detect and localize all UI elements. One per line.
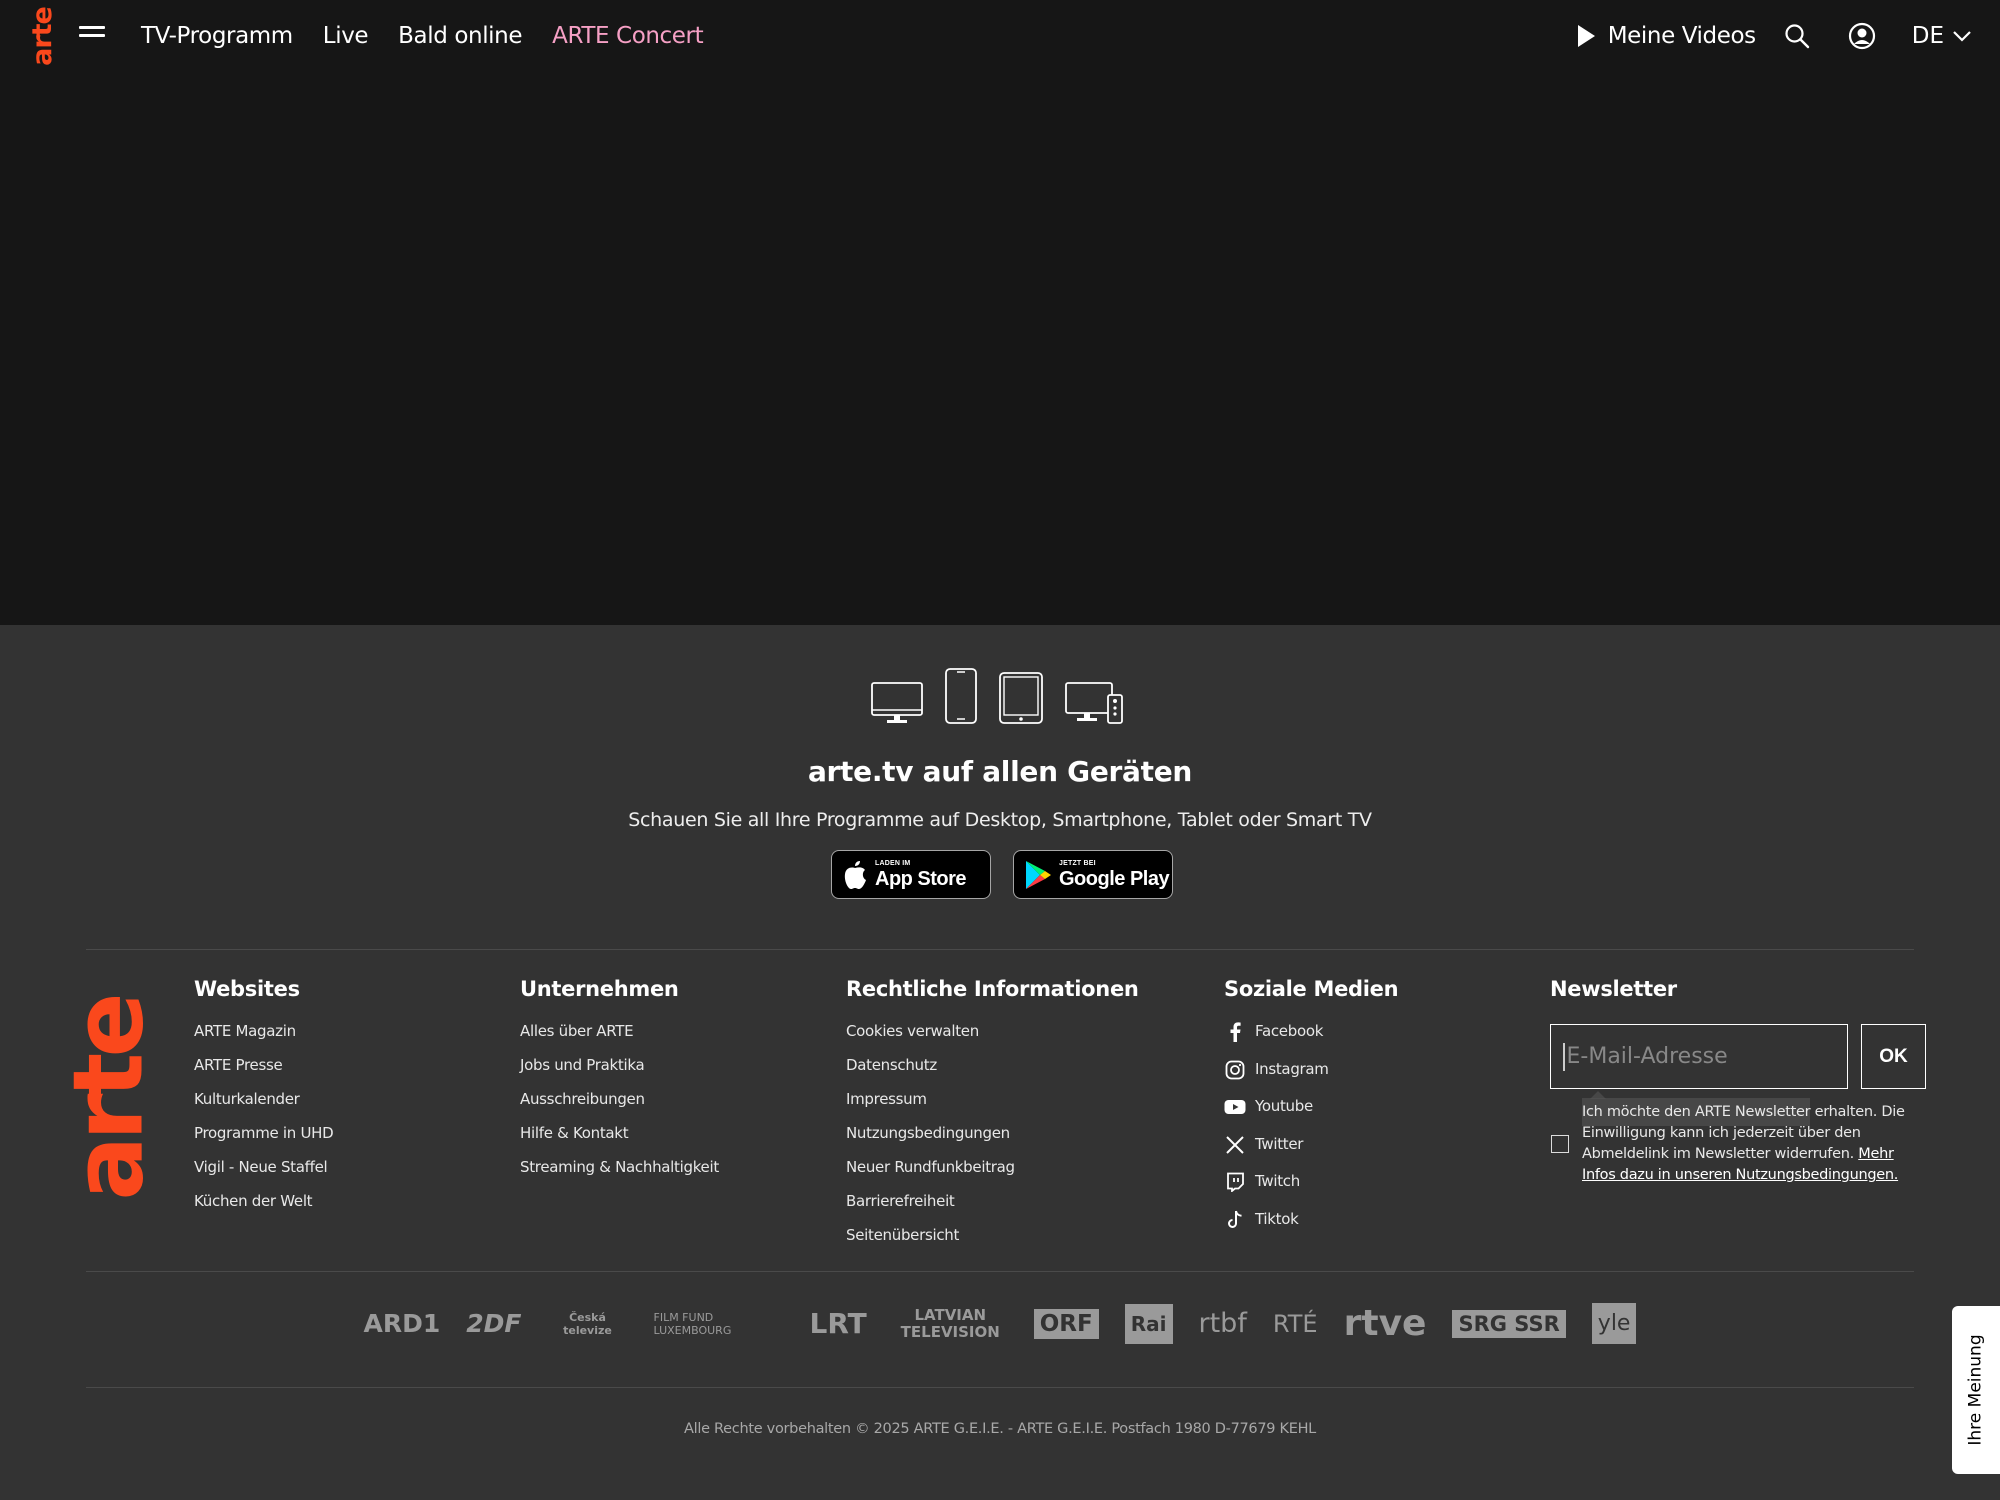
link-nutzungsbedingungen[interactable]: Nutzungsbedingungen — [846, 1123, 1139, 1157]
email-field[interactable]: E-Mail-Adresse — [1550, 1024, 1848, 1089]
partner-ard-logo[interactable]: ARD1 — [364, 1309, 441, 1338]
link-vigil[interactable]: Vigil - Neue Staffel — [194, 1157, 333, 1191]
partner-logos: ARD1 2DF Česká televize FILM FUND LUXEMB… — [0, 1303, 2000, 1344]
partner-rtve-logo[interactable]: rtve — [1344, 1303, 1427, 1344]
header-actions: Meine Videos DE — [1576, 0, 2000, 72]
promo-title: arte.tv auf allen Geräten — [807, 755, 1193, 788]
language-selector[interactable]: DE — [1912, 23, 1972, 49]
link-ausschreibungen[interactable]: Ausschreibungen — [520, 1089, 719, 1123]
link-datenschutz[interactable]: Datenschutz — [846, 1055, 1139, 1089]
link-twitch[interactable]: Twitch — [1224, 1171, 1398, 1209]
link-kuechen-der-welt[interactable]: Küchen der Welt — [194, 1191, 333, 1225]
device-icons — [870, 667, 1144, 730]
partner-lrt-logo[interactable]: LRT — [810, 1307, 867, 1340]
column-title: Rechtliche Informationen — [846, 977, 1139, 1001]
x-twitter-icon — [1224, 1134, 1246, 1156]
main-nav: TV-Programm Live Bald online ARTE Concer… — [141, 0, 733, 72]
link-twitter[interactable]: Twitter — [1224, 1134, 1398, 1172]
apple-icon — [844, 860, 866, 889]
tiktok-icon — [1224, 1209, 1246, 1231]
link-facebook[interactable]: Facebook — [1224, 1021, 1398, 1059]
link-arte-presse[interactable]: ARTE Presse — [194, 1055, 333, 1089]
column-title: Websites — [194, 977, 300, 1001]
promo-subtitle: Schauen Sie all Ihre Programme auf Deskt… — [628, 809, 1372, 831]
link-alles-ueber-arte[interactable]: Alles über ARTE — [520, 1021, 719, 1055]
partner-film-fund-luxembourg-logo[interactable]: FILM FUND LUXEMBOURG — [654, 1311, 784, 1337]
feedback-tab[interactable]: Ihre Meinung — [1952, 1306, 2000, 1474]
link-jobs[interactable]: Jobs und Praktika — [520, 1055, 719, 1089]
column-title: Newsletter — [1550, 977, 1677, 1001]
partner-yle-logo[interactable]: yle — [1591, 1303, 1637, 1344]
play-icon — [1577, 25, 1595, 47]
link-hilfe-kontakt[interactable]: Hilfe & Kontakt — [520, 1123, 719, 1157]
divider — [86, 1387, 1914, 1388]
google-play-icon — [1026, 860, 1051, 889]
search-icon[interactable] — [1782, 21, 1812, 51]
link-tiktok[interactable]: Tiktok — [1224, 1209, 1398, 1247]
partner-rte-logo[interactable]: RTÉ — [1273, 1310, 1318, 1338]
nav-live[interactable]: Live — [323, 23, 369, 49]
link-instagram[interactable]: Instagram — [1224, 1059, 1398, 1097]
newsletter-column: Newsletter — [1550, 977, 1677, 1021]
menu-icon[interactable] — [79, 26, 105, 44]
link-arte-magazin[interactable]: ARTE Magazin — [194, 1021, 333, 1055]
arte-footer-logo: arte — [53, 997, 165, 1201]
tablet-icon — [998, 671, 1044, 730]
app-store-button[interactable]: LADEN IM App Store — [831, 850, 991, 899]
link-youtube[interactable]: Youtube — [1224, 1096, 1398, 1134]
partner-ceska-televize-logo[interactable]: Česká televize — [548, 1311, 628, 1337]
column-title: Unternehmen — [520, 977, 679, 1001]
link-programme-uhd[interactable]: Programme in UHD — [194, 1123, 334, 1157]
google-play-button[interactable]: JETZT BEI Google Play — [1013, 850, 1173, 899]
partner-orf-logo[interactable]: ORF — [1033, 1308, 1099, 1339]
rechtliches-column: Rechtliche Informationen Cookies verwalt… — [846, 977, 1139, 1259]
meine-videos-button[interactable]: Meine Videos — [1576, 23, 1756, 49]
link-barrierefreiheit[interactable]: Barrierefreiheit — [846, 1191, 1139, 1225]
copyright: Alle Rechte vorbehalten © 2025 ARTE G.E.… — [684, 1421, 1316, 1437]
link-impressum[interactable]: Impressum — [846, 1089, 1139, 1123]
link-rundfunkbeitrag[interactable]: Neuer Rundfunkbeitrag — [846, 1157, 1139, 1191]
youtube-icon — [1224, 1096, 1246, 1118]
facebook-icon — [1224, 1021, 1246, 1043]
newsletter-ok-button[interactable]: OK — [1861, 1024, 1926, 1089]
top-navigation: arte TV-Programm Live Bald online ARTE C… — [0, 0, 2000, 72]
column-title: Soziale Medien — [1224, 977, 1399, 1001]
nav-arte-concert[interactable]: ARTE Concert — [552, 23, 704, 49]
footer: arte.tv auf allen Geräten Schauen Sie al… — [0, 625, 2000, 1500]
newsletter-consent-text: Ich möchte den ARTE Newsletter erhalten.… — [1582, 1104, 1905, 1183]
partner-zdf-logo[interactable]: 2DF — [466, 1309, 521, 1338]
partner-rai-logo[interactable]: Rai — [1124, 1303, 1173, 1344]
divider — [86, 1271, 1914, 1272]
arte-logo[interactable]: arte — [27, 4, 58, 68]
chevron-down-icon — [1953, 31, 1971, 42]
link-seitenuebersicht[interactable]: Seitenübersicht — [846, 1225, 1139, 1259]
newsletter-consent-checkbox[interactable] — [1551, 1135, 1569, 1153]
unternehmen-column: Unternehmen Alles über ARTE Jobs und Pra… — [520, 977, 719, 1191]
desktop-icon — [870, 679, 924, 730]
social-column: Soziale Medien Facebook Instagram Youtub… — [1224, 977, 1399, 1247]
partner-srg-ssr-logo[interactable]: SRG SSR — [1452, 1309, 1566, 1338]
partner-rtbf-logo[interactable]: rtbf — [1199, 1308, 1247, 1339]
smart-tv-icon — [1064, 679, 1124, 730]
smartphone-icon — [944, 667, 978, 730]
link-streaming-nachhaltigkeit[interactable]: Streaming & Nachhaltigkeit — [520, 1157, 719, 1191]
link-kulturkalender[interactable]: Kulturkalender — [194, 1089, 333, 1123]
twitch-icon — [1224, 1171, 1246, 1193]
account-icon[interactable] — [1847, 21, 1877, 51]
divider — [86, 949, 1914, 950]
app-store-buttons: LADEN IM App Store JETZT BEI Google Play — [831, 850, 1173, 899]
nav-tv-programm[interactable]: TV-Programm — [141, 23, 293, 49]
instagram-icon — [1224, 1059, 1246, 1081]
link-cookies[interactable]: Cookies verwalten — [846, 1021, 1139, 1055]
nav-bald-online[interactable]: Bald online — [398, 23, 522, 49]
partner-latvian-television-logo[interactable]: LATVIAN TELEVISION — [893, 1306, 1008, 1341]
websites-column: Websites ARTE Magazin ARTE Presse Kultur… — [194, 977, 334, 1225]
